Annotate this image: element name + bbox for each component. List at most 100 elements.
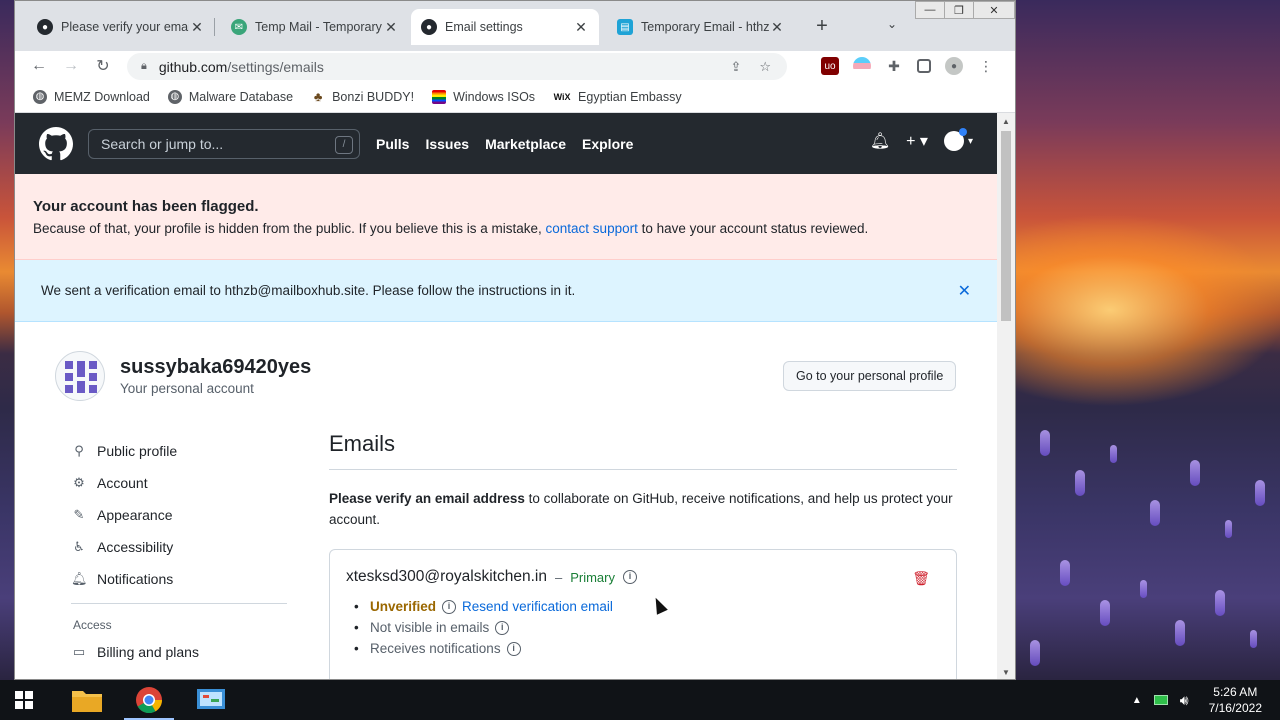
back-arrow-icon[interactable]: ←	[23, 57, 55, 75]
trash-icon[interactable]: 🗑︎	[912, 570, 930, 587]
bookmark-bonzi[interactable]: ♣ Bonzi BUDDY!	[311, 89, 414, 104]
sidepanel-icon[interactable]	[917, 59, 931, 73]
reload-icon[interactable]: ↻	[87, 56, 119, 76]
sidebar-item-account[interactable]: ⚙ Account	[71, 467, 287, 499]
tab-email-settings[interactable]: ● Email settings ✕	[411, 9, 599, 45]
scroll-down-icon[interactable]: ▼	[997, 668, 1015, 677]
credit-card-icon: ▭	[72, 644, 86, 659]
email-detail-text: Not visible in emails	[370, 620, 490, 635]
bookmark-memz[interactable]: ◍ MEMZ Download	[33, 89, 150, 104]
forward-arrow-icon[interactable]: →	[55, 57, 87, 75]
github-header-actions: 🔔︎ + ▾ ▾	[870, 128, 973, 151]
new-tab-button[interactable]: +	[810, 15, 834, 39]
window-close-button[interactable]: ✕	[973, 1, 1015, 19]
taskbar-chrome[interactable]	[118, 680, 180, 720]
wallpaper-flower	[1225, 520, 1232, 538]
verify-notice-bold: Please verify an email address	[329, 491, 525, 506]
email-address: xtesksd300@royalskitchen.in	[346, 568, 547, 585]
sidebar-item-billing[interactable]: ▭ Billing and plans	[71, 636, 287, 668]
avatar	[943, 128, 967, 151]
taskbar-control-panel[interactable]	[180, 680, 242, 720]
page-viewport: Search or jump to... / Pulls Issues Mark…	[15, 113, 997, 679]
star-icon[interactable]: ☆	[759, 59, 771, 75]
close-icon[interactable]: ✕	[958, 281, 971, 301]
user-menu[interactable]: ▾	[943, 128, 973, 151]
url-path: /settings/emails	[227, 58, 324, 75]
start-button[interactable]	[0, 680, 48, 720]
browser-window: ● Please verify your email ✕ ✉ Temp Mail…	[14, 0, 1016, 680]
battery-icon[interactable]	[1153, 695, 1168, 705]
wallpaper-flower	[1110, 445, 1117, 463]
wallpaper-flower	[1175, 620, 1185, 646]
lock-icon[interactable]: 🔒︎	[141, 60, 147, 73]
account-username[interactable]: sussybaka69420yes	[120, 356, 311, 379]
close-icon[interactable]: ✕	[383, 19, 399, 36]
chevron-down-icon[interactable]: ⌄	[887, 17, 897, 31]
share-icon[interactable]: ⇪	[730, 59, 741, 75]
close-icon[interactable]: ✕	[189, 19, 205, 36]
github-icon: ●	[421, 19, 437, 35]
contact-support-link[interactable]: contact support	[546, 221, 638, 236]
maximize-button[interactable]: ❐	[944, 1, 974, 19]
info-icon[interactable]: i	[506, 641, 521, 656]
tab-title: Please verify your email	[61, 20, 189, 34]
taskbar-file-explorer[interactable]	[56, 680, 118, 720]
nav-pulls[interactable]: Pulls	[376, 136, 409, 152]
scrollbar-thumb[interactable]	[1001, 131, 1011, 321]
profile-avatar-icon[interactable]: ●	[945, 57, 963, 75]
info-icon[interactable]: i	[442, 599, 457, 614]
plus-dropdown-icon[interactable]: + ▾	[906, 131, 928, 151]
wallpaper-flower	[1100, 600, 1110, 626]
browser-toolbar: ← → ↻ 🔒︎ github.com/settings/emails ⇪ ☆ …	[15, 51, 1015, 81]
tray-chevron-up-icon[interactable]: ▲	[1132, 695, 1142, 706]
taskbar-clock[interactable]: 5:26 AM 7/16/2022	[1209, 684, 1262, 716]
sidebar-section-access: Access	[73, 618, 112, 632]
flagged-account-banner: Your account has been flagged. Because o…	[15, 174, 997, 260]
extensions-bar: uo ✚ ● ⋮	[821, 57, 995, 75]
nav-marketplace[interactable]: Marketplace	[485, 136, 566, 152]
sidebar-item-label: Public profile	[97, 443, 178, 459]
tab-temporary-email[interactable]: ▤ Temporary Email - hthzb ✕	[607, 9, 795, 45]
github-search-input[interactable]: Search or jump to... /	[88, 128, 360, 159]
tempmail-icon: ✉	[231, 19, 247, 35]
info-icon[interactable]: i	[495, 620, 510, 635]
scroll-up-icon[interactable]: ▲	[997, 117, 1015, 126]
tab-separator	[214, 18, 215, 36]
info-icon[interactable]: i	[623, 570, 637, 584]
minimize-button[interactable]: —	[915, 1, 945, 19]
sidebar-item-public-profile[interactable]: ⚲ Public profile	[71, 435, 287, 467]
url-host: github.com	[158, 58, 228, 75]
flag-extension-icon[interactable]	[853, 57, 871, 75]
tab-temp-mail[interactable]: ✉ Temp Mail - Temporary Email ✕	[221, 9, 409, 45]
nav-issues[interactable]: Issues	[425, 136, 469, 152]
sidebar-item-accessibility[interactable]: ♿︎ Accessibility	[71, 531, 287, 563]
nav-explore[interactable]: Explore	[582, 136, 633, 152]
resend-verification-link[interactable]: Resend verification email	[462, 599, 613, 614]
banner-text: to have your account status reviewed.	[641, 221, 869, 236]
sidebar-item-notifications[interactable]: 🔔︎ Notifications	[71, 563, 287, 595]
github-logo-icon[interactable]	[39, 126, 73, 161]
bookmark-egyptian-embassy[interactable]: WiX Egyptian Embassy	[553, 90, 682, 104]
volume-icon[interactable]: 🔊︎	[1180, 692, 1189, 709]
emails-main: Emails Please verify an email address to…	[329, 431, 957, 679]
wallpaper-flower	[1075, 470, 1085, 496]
close-icon[interactable]: ✕	[769, 19, 785, 36]
address-bar[interactable]: 🔒︎ github.com/settings/emails ⇪ ☆	[127, 53, 787, 80]
tab-verify-email[interactable]: ● Please verify your email ✕	[27, 9, 215, 45]
bell-icon[interactable]: 🔔︎	[870, 131, 890, 151]
puzzle-icon[interactable]: ✚	[885, 57, 903, 75]
globe-icon: ◍	[33, 89, 47, 104]
close-icon[interactable]: ✕	[573, 19, 589, 36]
sidebar-item-appearance[interactable]: ✎ Appearance	[71, 499, 287, 531]
ublock-icon[interactable]: uo	[821, 57, 839, 75]
go-to-profile-button[interactable]: Go to your personal profile	[783, 361, 957, 391]
bookmark-malware-database[interactable]: ◍ Malware Database	[167, 89, 293, 104]
kebab-menu-icon[interactable]: ⋮	[977, 57, 995, 75]
bookmark-windows-isos[interactable]: Windows ISOs	[432, 89, 535, 104]
avatar[interactable]	[55, 351, 105, 401]
control-panel-icon	[197, 689, 225, 709]
page-scrollbar[interactable]: ▲ ▼	[997, 113, 1015, 679]
bookmark-label: Egyptian Embassy	[578, 89, 682, 104]
list-item: Receives notifications i	[370, 638, 940, 659]
sidebar-item-label: Appearance	[97, 507, 173, 523]
